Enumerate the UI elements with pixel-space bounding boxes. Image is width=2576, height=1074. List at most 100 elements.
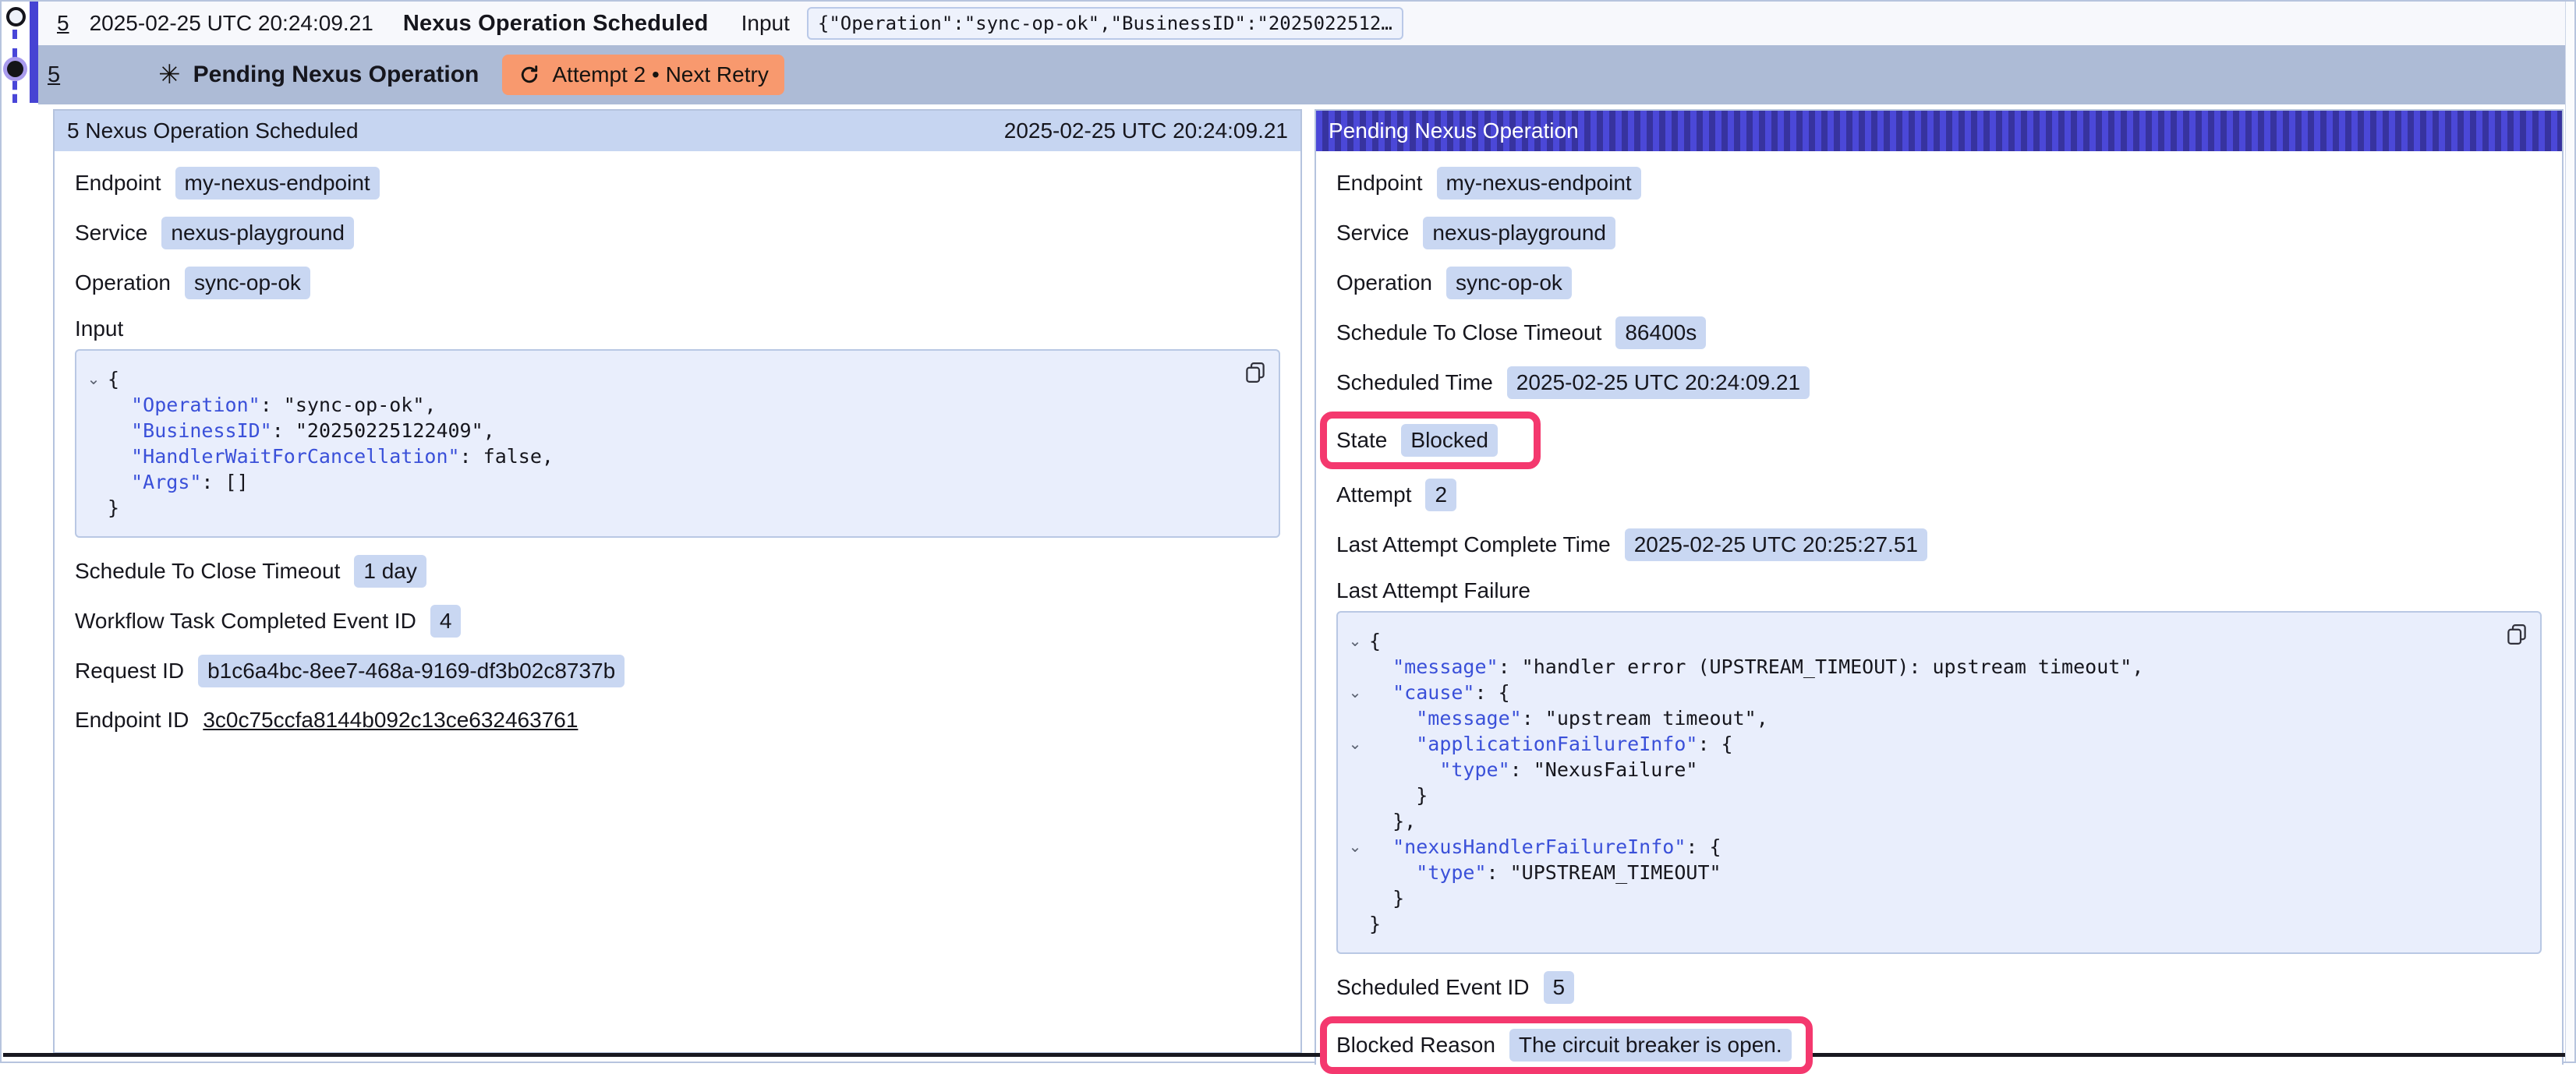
code-line: "message": "upstream timeout", <box>1341 705 2526 731</box>
event-timestamp: 2025-02-25 UTC 20:24:09.21 <box>90 11 373 36</box>
collapse-chevron-icon[interactable]: ⌄ <box>1341 680 1369 705</box>
json-key: "Args" <box>131 469 201 495</box>
collapse-chevron-icon[interactable]: ⌄ <box>1341 731 1369 757</box>
pending-asterisk-icon: ✳ <box>158 59 181 90</box>
event-id-link[interactable]: 5 <box>57 11 69 36</box>
input-json-block: ⌄{ "Operation": "sync-op-ok", "BusinessI… <box>75 349 1280 538</box>
timeline-event-dot-filled <box>7 61 23 77</box>
field-row-operation: Operation sync-op-ok <box>75 267 1280 299</box>
copy-icon[interactable] <box>2504 622 2529 648</box>
field-value-chip: 2 <box>1425 479 1456 511</box>
json-text: : "sync-op-ok", <box>260 392 437 418</box>
retry-attempt-badge: Attempt 2 • Next Retry <box>502 55 784 95</box>
copy-icon[interactable] <box>1243 360 1268 387</box>
json-text <box>108 469 131 495</box>
timeline-gutter <box>2 2 41 1062</box>
field-value-chip: my-nexus-endpoint <box>175 167 380 200</box>
field-label: Operation <box>75 270 171 295</box>
json-text <box>1369 731 1416 757</box>
chevron-gutter <box>80 469 108 495</box>
json-text: : [] <box>201 469 248 495</box>
json-key: "nexusHandlerFailureInfo" <box>1392 834 1686 860</box>
left-panel-timestamp: 2025-02-25 UTC 20:24:09.21 <box>1004 118 1288 143</box>
json-text: : { <box>1697 731 1732 757</box>
collapse-chevron-icon[interactable]: ⌄ <box>1341 628 1369 654</box>
chevron-gutter <box>1341 654 1369 680</box>
field-row-endpoint-id: Endpoint ID 3c0c75ccfa8144b092c13ce63246… <box>75 705 1280 736</box>
scrollbar-track[interactable] <box>2565 2 2574 1062</box>
event-row-nexus-operation-scheduled[interactable]: 5 2025-02-25 UTC 20:24:09.21 Nexus Opera… <box>38 2 2574 45</box>
left-panel-body: Endpoint my-nexus-endpoint Service nexus… <box>55 151 1300 736</box>
json-text <box>108 418 131 443</box>
right-panel-title: Pending Nexus Operation <box>1329 118 1579 143</box>
event-row-pending-nexus-operation[interactable]: 5 ✳ Pending Nexus Operation Attempt 2 • … <box>38 45 2574 104</box>
code-line: "message": "handler error (UPSTREAM_TIME… <box>1341 654 2526 680</box>
field-label: Operation <box>1336 270 1432 295</box>
endpoint-id-link[interactable]: 3c0c75ccfa8144b092c13ce632463761 <box>203 708 578 733</box>
code-line: "type": "UPSTREAM_TIMEOUT" <box>1341 860 2526 885</box>
field-label: Attempt <box>1336 482 1411 507</box>
code-line: ⌄{ <box>80 366 1265 392</box>
field-value-chip: 5 <box>1544 971 1575 1004</box>
last-attempt-failure-label: Last Attempt Failure <box>1336 578 2542 603</box>
field-value-chip: 2025-02-25 UTC 20:25:27.51 <box>1625 528 1927 561</box>
collapse-chevron-icon[interactable]: ⌄ <box>80 366 108 392</box>
field-row-endpoint: Endpoint my-nexus-endpoint <box>1336 167 2542 200</box>
json-key: "message" <box>1392 654 1498 680</box>
chevron-gutter <box>1341 783 1369 808</box>
field-label: Service <box>75 221 147 246</box>
field-value-chip: 1 day <box>354 555 426 588</box>
chevron-gutter <box>1341 705 1369 731</box>
chevron-gutter <box>1341 808 1369 834</box>
chevron-gutter <box>1341 860 1369 885</box>
field-row-last-attempt-complete-time: Last Attempt Complete Time 2025-02-25 UT… <box>1336 528 2542 561</box>
pending-event-name: Pending Nexus Operation <box>193 62 479 88</box>
input-section-label: Input <box>75 316 1280 341</box>
timeline-event-dot-hollow <box>6 7 26 26</box>
json-key: "cause" <box>1392 680 1474 705</box>
selected-events-indicator-bar <box>30 2 38 103</box>
timeline-dashed-connector <box>12 30 17 58</box>
expanded-row-bottom-divider <box>3 1053 2565 1057</box>
chevron-gutter <box>80 443 108 469</box>
field-row-scheduled-time: Scheduled Time 2025-02-25 UTC 20:24:09.2… <box>1336 366 2542 399</box>
retry-badge-label: Attempt 2 • Next Retry <box>552 62 768 87</box>
field-label: Request ID <box>75 659 184 684</box>
event-id-link[interactable]: 5 <box>48 62 60 88</box>
field-value-chip: sync-op-ok <box>185 267 310 299</box>
field-row-endpoint: Endpoint my-nexus-endpoint <box>75 167 1280 200</box>
chevron-gutter <box>80 418 108 443</box>
json-text: : "NexusFailure" <box>1510 757 1698 783</box>
right-panel-body: Endpoint my-nexus-endpoint Service nexus… <box>1316 151 2562 1074</box>
json-key: "BusinessID" <box>131 418 272 443</box>
field-row-operation: Operation sync-op-ok <box>1336 267 2542 299</box>
code-line: ⌄ "cause": { <box>1341 680 2526 705</box>
json-text: } <box>1369 783 1428 808</box>
json-key: "type" <box>1416 860 1486 885</box>
code-line: } <box>1341 783 2526 808</box>
json-key: "applicationFailureInfo" <box>1416 731 1697 757</box>
state-value-chip: Blocked <box>1401 424 1498 457</box>
code-line: "HandlerWaitForCancellation": false, <box>80 443 1265 469</box>
chevron-gutter <box>1341 757 1369 783</box>
field-label: Endpoint ID <box>75 708 189 733</box>
json-text: : "handler error (UPSTREAM_TIMEOUT): ups… <box>1499 654 2144 680</box>
left-panel-title: 5 Nexus Operation Scheduled <box>67 118 359 143</box>
field-label: Schedule To Close Timeout <box>1336 320 1601 345</box>
field-row-schedule-to-close-timeout: Schedule To Close Timeout 1 day <box>75 555 1280 588</box>
field-row-service: Service nexus-playground <box>75 217 1280 249</box>
json-text <box>1369 834 1392 860</box>
code-line: }, <box>1341 808 2526 834</box>
collapse-chevron-icon[interactable]: ⌄ <box>1341 834 1369 860</box>
field-value-chip: nexus-playground <box>1423 217 1615 249</box>
field-value-chip: 86400s <box>1615 316 1706 349</box>
field-row-service: Service nexus-playground <box>1336 217 2542 249</box>
field-row-scheduled-event-id: Scheduled Event ID 5 <box>1336 971 2542 1004</box>
right-panel-header: Pending Nexus Operation <box>1316 111 2562 151</box>
field-label: Service <box>1336 221 1409 246</box>
json-text <box>108 392 131 418</box>
json-text: : false, <box>460 443 554 469</box>
field-label: Schedule To Close Timeout <box>75 559 340 584</box>
code-line: "Args": [] <box>80 469 1265 495</box>
field-value-chip: my-nexus-endpoint <box>1437 167 1641 200</box>
